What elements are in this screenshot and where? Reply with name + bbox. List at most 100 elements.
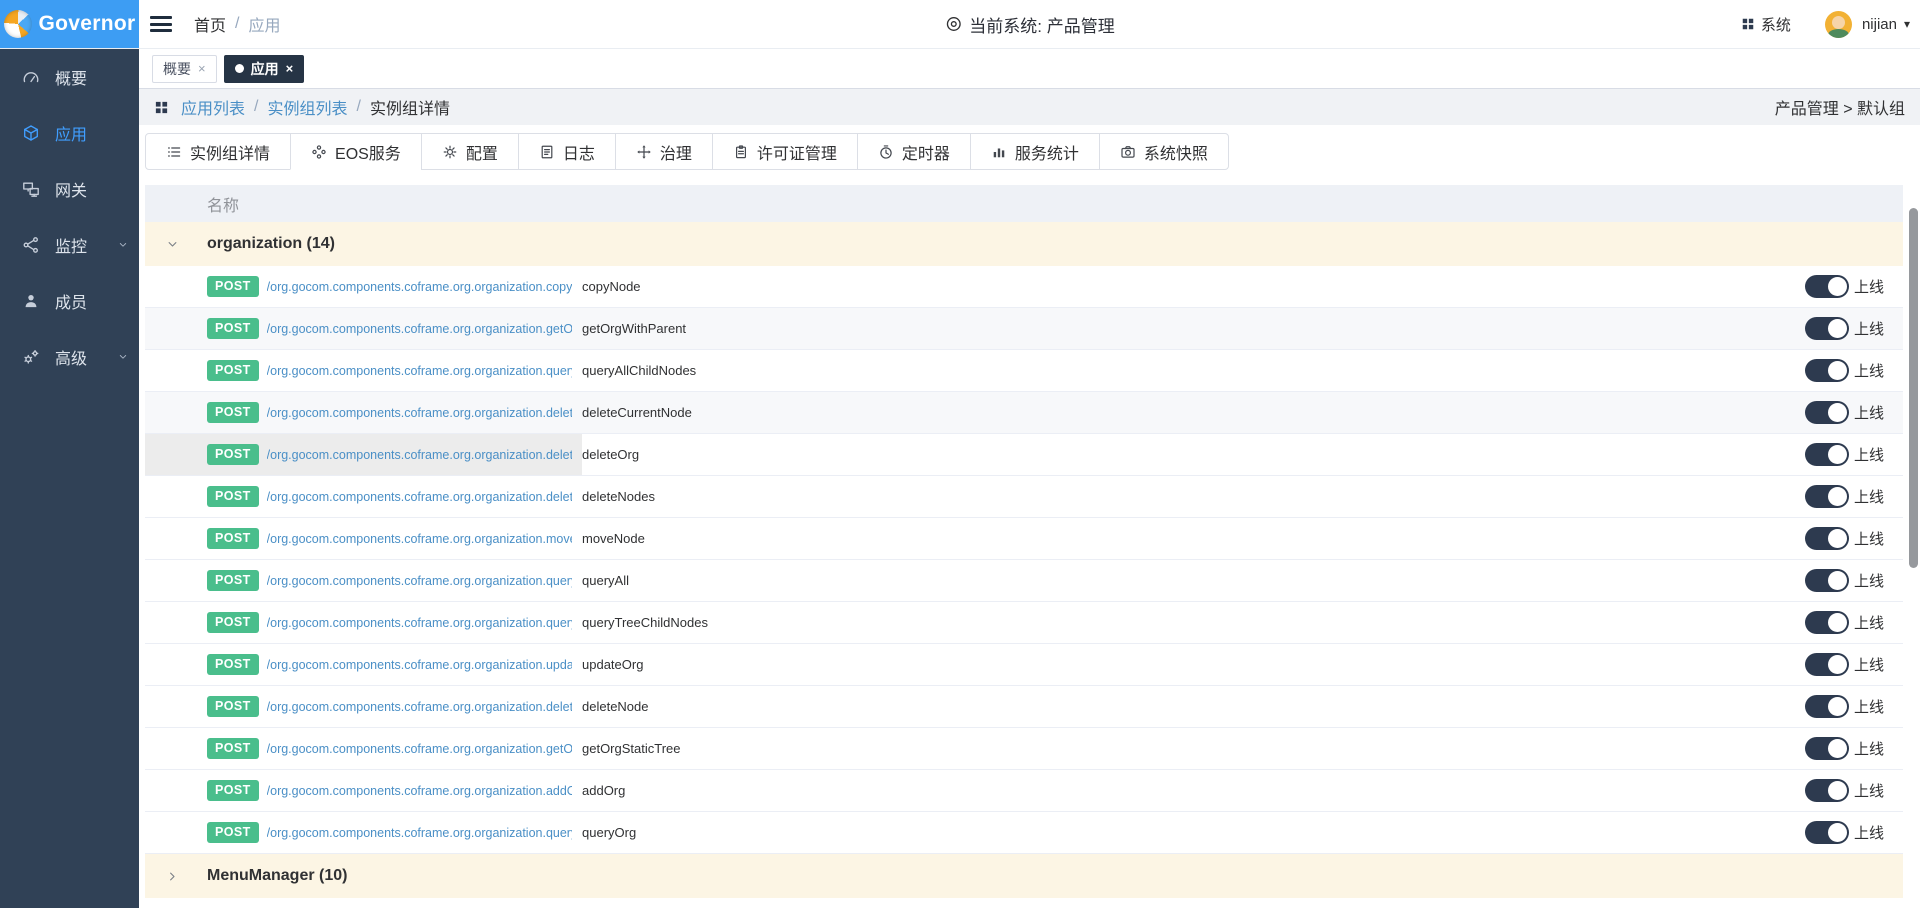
app-window: Governor 首页 / 应用 当前系统: 产品管理 系统 nijian ▾	[0, 0, 1920, 908]
service-path-link[interactable]: /org.gocom.components.coframe.org.organi…	[267, 406, 572, 420]
service-method-name: queryTreeChildNodes	[582, 615, 1805, 630]
eos-services-icon	[311, 144, 327, 160]
table-row: POST /org.gocom.components.coframe.org.o…	[145, 812, 1903, 854]
online-toggle[interactable]	[1805, 401, 1849, 424]
sidebar-item-label: 网关	[55, 177, 87, 201]
online-toggle-cell: 上线	[1805, 485, 1903, 508]
hamburger-icon[interactable]	[148, 13, 174, 35]
table-group-row[interactable]: organization (14)	[145, 222, 1903, 266]
service-path-link[interactable]: /org.gocom.components.coframe.org.organi…	[267, 784, 572, 798]
close-icon[interactable]: ×	[286, 62, 294, 75]
tag-chip-app[interactable]: 应用 ×	[224, 55, 305, 83]
table-row: POST /org.gocom.components.coframe.org.o…	[145, 392, 1903, 434]
online-toggle[interactable]	[1805, 653, 1849, 676]
online-toggle[interactable]	[1805, 485, 1849, 508]
breadcrumb-separator: /	[356, 98, 360, 116]
online-toggle[interactable]	[1805, 359, 1849, 382]
service-path-link[interactable]: /org.gocom.components.coframe.org.organi…	[267, 700, 572, 714]
service-method-name: addOrg	[582, 783, 1805, 798]
service-path-link[interactable]: /org.gocom.components.coframe.org.organi…	[267, 532, 572, 546]
sidebar-item-overview[interactable]: 概要	[0, 49, 139, 105]
table-row: POST /org.gocom.components.coframe.org.o…	[145, 770, 1903, 812]
monitor-icon	[22, 236, 40, 254]
service-path-link[interactable]: /org.gocom.components.coframe.org.organi…	[267, 280, 572, 294]
service-name-cell: POST /org.gocom.components.coframe.org.o…	[145, 392, 582, 433]
service-path-link[interactable]: /org.gocom.components.coframe.org.organi…	[267, 826, 572, 840]
tab-governance[interactable]: 治理	[615, 133, 713, 170]
breadcrumb-current: 实例组详情	[370, 95, 450, 119]
stats-icon	[991, 144, 1007, 160]
online-toggle-label: 上线	[1854, 738, 1884, 759]
log-icon	[539, 144, 555, 160]
advanced-gears-icon	[22, 348, 40, 366]
online-toggle-cell: 上线	[1805, 821, 1903, 844]
online-toggle-cell: 上线	[1805, 653, 1903, 676]
online-toggle-label: 上线	[1854, 402, 1884, 423]
chevron-right-icon[interactable]	[165, 869, 180, 884]
sidebar-item-label: 成员	[55, 289, 87, 313]
tab-config[interactable]: 配置	[421, 133, 519, 170]
tab-eos-services[interactable]: EOS服务	[290, 133, 422, 170]
tab-instance-group-detail[interactable]: 实例组详情	[145, 133, 291, 170]
online-toggle[interactable]	[1805, 611, 1849, 634]
tag-chip-overview[interactable]: 概要 ×	[152, 55, 217, 83]
sidebar-item-member[interactable]: 成员	[0, 273, 139, 329]
chevron-down-icon[interactable]	[165, 237, 180, 252]
table-group-row[interactable]: MenuManager (10)	[145, 854, 1903, 898]
service-name-cell: POST /org.gocom.components.coframe.org.o…	[145, 308, 582, 349]
sidebar-item-gateway[interactable]: 网关	[0, 161, 139, 217]
topbar-main: 首页 / 应用 当前系统: 产品管理 系统 nijian ▾	[139, 0, 1920, 48]
online-toggle[interactable]	[1805, 443, 1849, 466]
sidebar-item-label: 概要	[55, 65, 87, 89]
online-toggle[interactable]	[1805, 737, 1849, 760]
close-icon[interactable]: ×	[198, 62, 206, 75]
tab-service-stats[interactable]: 服务统计	[970, 133, 1100, 170]
table-row: POST /org.gocom.components.coframe.org.o…	[145, 728, 1903, 770]
tags-view: 概要 × 应用 ×	[139, 49, 1920, 89]
grid-icon	[1741, 17, 1755, 31]
system-switcher[interactable]: 系统	[1741, 14, 1791, 35]
app-cube-icon	[22, 124, 40, 142]
caret-down-icon[interactable]: ▾	[1904, 17, 1910, 31]
breadcrumb-home[interactable]: 首页	[194, 12, 226, 36]
breadcrumb-link[interactable]: 应用列表	[181, 95, 245, 119]
tab-label: 定时器	[902, 140, 950, 164]
service-path-link[interactable]: /org.gocom.components.coframe.org.organi…	[267, 742, 572, 756]
table-row: POST /org.gocom.components.coframe.org.o…	[145, 266, 1903, 308]
online-toggle[interactable]	[1805, 317, 1849, 340]
group-name: MenuManager (10)	[207, 867, 347, 885]
table-row: POST /org.gocom.components.coframe.org.o…	[145, 476, 1903, 518]
tab-logs[interactable]: 日志	[518, 133, 616, 170]
sidebar-item-advanced[interactable]: 高级	[0, 329, 139, 385]
sidebar-item-monitor[interactable]: 监控	[0, 217, 139, 273]
sidebar-item-app[interactable]: 应用	[0, 105, 139, 161]
online-toggle[interactable]	[1805, 527, 1849, 550]
online-toggle-label: 上线	[1854, 486, 1884, 507]
username[interactable]: nijian	[1862, 16, 1897, 33]
online-toggle[interactable]	[1805, 821, 1849, 844]
online-toggle[interactable]	[1805, 275, 1849, 298]
breadcrumb-link[interactable]: 实例组列表	[267, 95, 347, 119]
service-path-link[interactable]: /org.gocom.components.coframe.org.organi…	[267, 658, 572, 672]
online-toggle[interactable]	[1805, 695, 1849, 718]
online-toggle[interactable]	[1805, 779, 1849, 802]
tab-system-snapshot[interactable]: 系统快照	[1099, 133, 1229, 170]
service-path-link[interactable]: /org.gocom.components.coframe.org.organi…	[267, 574, 572, 588]
eye-icon	[944, 15, 962, 33]
online-toggle[interactable]	[1805, 569, 1849, 592]
service-path-link[interactable]: /org.gocom.components.coframe.org.organi…	[267, 364, 572, 378]
service-path-link[interactable]: /org.gocom.components.coframe.org.organi…	[267, 616, 572, 630]
avatar[interactable]	[1825, 11, 1852, 38]
tab-license[interactable]: 许可证管理	[712, 133, 858, 170]
table-row: POST /org.gocom.components.coframe.org.o…	[145, 308, 1903, 350]
service-name-cell: POST /org.gocom.components.coframe.org.o…	[145, 812, 582, 853]
method-badge: POST	[207, 822, 259, 843]
vertical-scrollbar[interactable]	[1909, 208, 1918, 568]
service-path-link[interactable]: /org.gocom.components.coframe.org.organi…	[267, 322, 572, 336]
service-path-link[interactable]: /org.gocom.components.coframe.org.organi…	[267, 490, 572, 504]
service-method-name: getOrgWithParent	[582, 321, 1805, 336]
service-path-link[interactable]: /org.gocom.components.coframe.org.organi…	[267, 448, 572, 462]
tab-timer[interactable]: 定时器	[857, 133, 971, 170]
detail-tabs: 实例组详情 EOS服务 配置 日志 治理 许可证管理 定时器 服务统计 系统快照	[145, 133, 1229, 170]
online-toggle-label: 上线	[1854, 696, 1884, 717]
